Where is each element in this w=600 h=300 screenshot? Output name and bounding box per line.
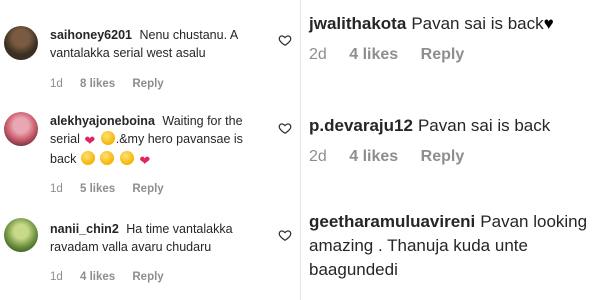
comment-likes[interactable]: 4 likes	[80, 271, 115, 283]
reply-button[interactable]: Reply	[132, 78, 163, 90]
smiling-face-emoji	[119, 151, 134, 165]
comment-username[interactable]: nanii_chin2	[50, 222, 119, 236]
comment-item: geetharamuluavireni Pavan looking amazing…	[309, 210, 594, 282]
comment-age: 1d	[50, 78, 63, 90]
comment-meta: 1d 8 likes Reply	[50, 78, 178, 90]
comment-text: nanii_chin2 Ha time vantalakka ravadam v…	[50, 220, 272, 256]
avatar[interactable]	[4, 26, 38, 60]
comment-text: geetharamuluavireni Pavan looking amazing…	[309, 210, 594, 282]
heart-outline-icon[interactable]	[278, 228, 292, 242]
comment-item: jwalithakota Pavan sai is back♥ 2d 4 like…	[309, 12, 594, 64]
smiling-face-emoji	[80, 151, 95, 165]
comment-text: alekhyajoneboina Waiting for the serial …	[50, 112, 272, 170]
reply-button[interactable]: Reply	[421, 148, 465, 165]
avatar[interactable]	[4, 112, 38, 146]
comment-age: 2d	[309, 46, 327, 63]
comment-likes[interactable]: 4 likes	[349, 46, 398, 63]
heart-outline-icon[interactable]	[278, 33, 292, 47]
comment-text: jwalithakota Pavan sai is back♥	[309, 12, 594, 36]
comment-text: p.devaraju12 Pavan sai is back	[309, 114, 594, 138]
reply-button[interactable]: Reply	[421, 46, 465, 63]
comment-body: Pavan sai is back	[411, 14, 544, 33]
comment-likes[interactable]: 8 likes	[80, 78, 115, 90]
black-heart-emoji: ♥	[543, 14, 554, 33]
comment-item: p.devaraju12 Pavan sai is back 2d 4 likes…	[309, 114, 594, 166]
avatar[interactable]	[4, 218, 38, 252]
comment-age: 2d	[309, 148, 327, 165]
red-heart-emoji: ❤	[84, 133, 96, 148]
comment-meta: 1d 4 likes Reply	[50, 271, 178, 283]
comment-likes[interactable]: 5 likes	[80, 183, 115, 195]
comment-meta: 1d 5 likes Reply	[50, 183, 178, 195]
comment-meta: 2d 4 likes Reply	[309, 46, 594, 64]
comment-username[interactable]: saihoney6201	[50, 28, 132, 42]
red-heart-emoji: ❤	[139, 153, 151, 168]
reply-button[interactable]: Reply	[132, 271, 163, 283]
comment-likes[interactable]: 4 likes	[349, 148, 398, 165]
comment-age: 1d	[50, 271, 63, 283]
right-comments-panel: jwalithakota Pavan sai is back♥ 2d 4 like…	[300, 0, 600, 300]
comment-username[interactable]: geetharamuluavireni	[309, 212, 475, 231]
comment-age: 1d	[50, 183, 63, 195]
heart-outline-icon[interactable]	[278, 121, 292, 135]
comment-text: saihoney6201 Nenu chustanu. A vantalakka…	[50, 26, 272, 62]
left-comments-panel: saihoney6201 Nenu chustanu. A vantalakka…	[0, 0, 300, 300]
reply-button[interactable]: Reply	[132, 183, 163, 195]
comment-meta: 2d 4 likes Reply	[309, 148, 594, 166]
smiling-face-emoji	[100, 131, 115, 145]
comment-body: Pavan sai is back	[417, 116, 551, 135]
comment-username[interactable]: jwalithakota	[309, 14, 406, 33]
smiling-face-emoji	[100, 151, 115, 165]
comment-username[interactable]: p.devaraju12	[309, 116, 413, 135]
comment-username[interactable]: alekhyajoneboina	[50, 114, 155, 128]
